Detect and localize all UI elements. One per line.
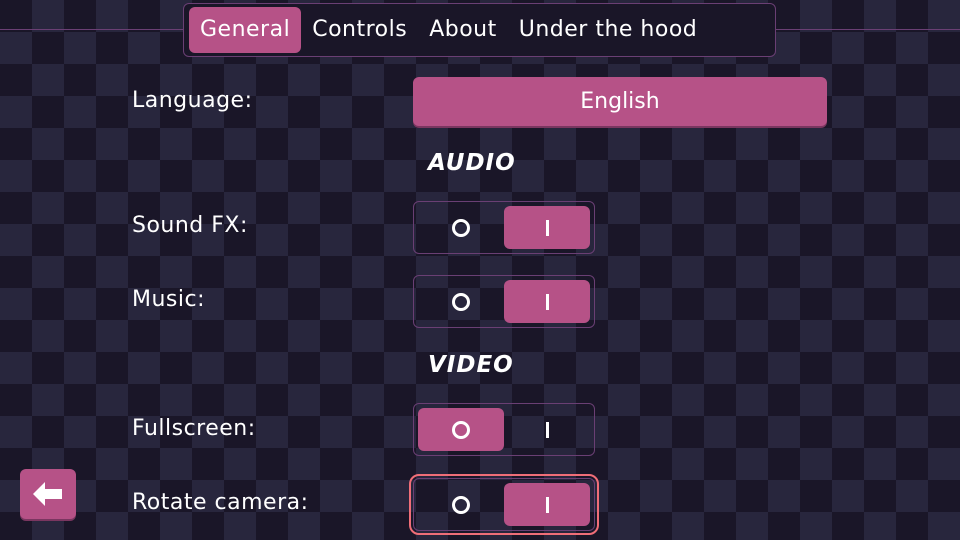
rotate-camera-off[interactable]	[418, 483, 504, 526]
sound-fx-label: Sound FX:	[132, 213, 248, 238]
tab-general[interactable]: General	[189, 7, 302, 53]
fullscreen-off[interactable]	[418, 408, 504, 451]
rotate-camera-on[interactable]	[504, 483, 590, 526]
arrow-left-icon	[33, 482, 62, 506]
off-icon	[452, 420, 470, 439]
tab-controls[interactable]: Controls	[301, 7, 418, 53]
language-label: Language:	[132, 88, 253, 113]
music-off[interactable]	[418, 280, 504, 323]
tab-under-the-hood[interactable]: Under the hood	[508, 7, 709, 53]
rotate-camera-label: Rotate camera:	[132, 490, 309, 515]
sound-fx-on[interactable]	[504, 206, 590, 249]
on-icon	[545, 421, 549, 438]
tab-about[interactable]: About	[418, 7, 508, 53]
off-icon	[452, 495, 470, 514]
sound-fx-toggle[interactable]	[413, 201, 595, 254]
back-button[interactable]	[20, 469, 76, 519]
on-icon	[545, 293, 549, 310]
sound-fx-off[interactable]	[418, 206, 504, 249]
on-icon	[545, 496, 549, 513]
on-icon	[545, 219, 549, 236]
fullscreen-on[interactable]	[504, 408, 590, 451]
tab-bar: General Controls About Under the hood	[183, 3, 776, 57]
audio-heading: AUDIO	[428, 150, 516, 176]
fullscreen-label: Fullscreen:	[132, 416, 256, 441]
music-on[interactable]	[504, 280, 590, 323]
music-label: Music:	[132, 287, 206, 312]
off-icon	[452, 218, 470, 237]
language-select[interactable]: English	[413, 77, 827, 126]
music-toggle[interactable]	[413, 275, 595, 328]
fullscreen-toggle[interactable]	[413, 403, 595, 456]
video-heading: VIDEO	[428, 352, 514, 378]
off-icon	[452, 292, 470, 311]
rotate-camera-toggle[interactable]	[409, 474, 599, 535]
